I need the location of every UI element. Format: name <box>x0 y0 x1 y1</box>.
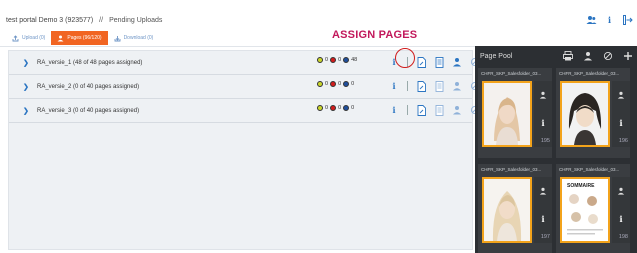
status-dot-blue <box>343 81 350 87</box>
users-icon[interactable] <box>586 14 597 25</box>
row-actions: i <box>389 104 480 116</box>
count-yellow: 0 <box>325 57 329 63</box>
count-red: 0 <box>338 57 342 63</box>
user-icon[interactable] <box>617 187 625 195</box>
user-assign-icon[interactable] <box>452 80 462 92</box>
pages-icon <box>57 35 64 41</box>
annotation-heading: ASSIGN PAGES <box>332 29 418 41</box>
page-card-name: CHFR_SKP_Salesfolder_03... <box>481 71 542 76</box>
count-yellow: 0 <box>325 105 329 111</box>
top-bar: test portal Demo 3 (923577) // Pending U… <box>0 10 637 30</box>
page-card[interactable]: CHFR_SKP_Salesfolder_03... i 196 <box>556 68 630 158</box>
user-icon[interactable] <box>539 91 547 99</box>
user-icon[interactable] <box>617 91 625 99</box>
info-icon[interactable]: i <box>619 118 622 128</box>
status-counts: 0 0 0 <box>317 105 354 111</box>
chevron-right-icon[interactable]: ❯ <box>23 59 31 67</box>
assign-pages-icon[interactable] <box>416 80 426 92</box>
user-assign-icon[interactable] <box>452 104 462 116</box>
status-dot-red <box>330 105 337 111</box>
chevron-right-icon[interactable]: ❯ <box>23 107 31 115</box>
page-pool-header: Page Pool <box>475 46 637 66</box>
status-dot-red <box>330 81 337 87</box>
assign-pages-icon[interactable] <box>416 104 426 116</box>
breadcrumb-section: Pending Uploads <box>109 16 163 24</box>
status-dot-blue <box>343 105 350 111</box>
pool-icons <box>563 51 633 63</box>
tab-upload[interactable]: Upload (0) <box>6 31 51 45</box>
user-assign-icon[interactable] <box>452 56 462 68</box>
info-icon[interactable]: i <box>541 118 544 128</box>
page-card-name: CHFR_SKP_Salesfolder_03... <box>559 71 620 76</box>
action-separator <box>407 105 408 115</box>
download-icon <box>114 35 121 41</box>
page-card[interactable]: CHFR_SKP_Salesfolder_03... i 195 <box>478 68 552 158</box>
tab-upload-label: Upload (0) <box>22 35 46 41</box>
versions-panel: ❯ RA_versie_1 (48 of 48 pages assigned) … <box>8 50 480 250</box>
info-icon[interactable]: i <box>604 14 615 25</box>
page-thumbnail[interactable] <box>560 81 610 147</box>
upload-icon <box>12 34 19 41</box>
page-number: 195 <box>540 138 550 144</box>
app-window: test portal Demo 3 (923577) // Pending U… <box>0 0 637 253</box>
print-icon[interactable] <box>563 51 573 63</box>
page-pool-title: Page Pool <box>480 52 513 60</box>
page-number: 197 <box>540 234 550 240</box>
page-card-name: CHFR_SKP_Salesfolder_03... <box>559 167 620 172</box>
page-card[interactable]: CHFR_SKP_Salesfolder_03... i 197 <box>478 164 552 253</box>
count-blue: 48 <box>351 57 358 63</box>
assign-pages-icon[interactable] <box>416 56 426 68</box>
status-dot-yellow <box>317 105 323 111</box>
page-number: 196 <box>618 138 628 144</box>
count-blue: 0 <box>351 105 355 111</box>
breadcrumb-separator: // <box>99 16 104 24</box>
version-label: RA_versie_2 (0 of 40 pages assigned) <box>37 83 140 90</box>
count-red: 0 <box>338 105 342 111</box>
tab-pages-label: Pages (96/120) <box>67 35 102 41</box>
document-icon[interactable] <box>434 80 444 92</box>
version-row[interactable]: ❯ RA_versie_2 (0 of 40 pages assigned) 0… <box>9 75 480 99</box>
tab-download-label: Download (0) <box>123 35 154 41</box>
highlight-circle <box>395 48 415 68</box>
row-actions: i <box>389 80 480 92</box>
count-red: 0 <box>338 81 342 87</box>
top-icons: i <box>586 14 633 25</box>
tab-download[interactable]: Download (0) <box>108 31 160 45</box>
status-dot-yellow <box>317 81 323 87</box>
page-number: 198 <box>618 234 628 240</box>
version-label: RA_versie_3 (0 of 40 pages assigned) <box>37 107 140 114</box>
document-icon[interactable] <box>434 104 444 116</box>
info-icon[interactable]: i <box>619 214 622 224</box>
action-separator <box>407 81 408 91</box>
info-icon[interactable]: i <box>541 214 544 224</box>
page-thumbnail[interactable]: SOMMAIRE <box>560 177 610 243</box>
chevron-right-icon[interactable]: ❯ <box>23 83 31 91</box>
status-counts: 0 0 0 <box>317 81 354 87</box>
status-dot-yellow <box>317 57 323 63</box>
cancel-icon[interactable] <box>603 51 613 63</box>
page-card[interactable]: CHFR_SKP_Salesfolder_03... SOMMAIRE i 19… <box>556 164 630 253</box>
document-icon[interactable] <box>434 56 444 68</box>
logout-icon[interactable] <box>622 14 633 25</box>
page-pool-panel: Page Pool CHFR_SKP_Salesfolder_03... i 1… <box>475 46 637 253</box>
count-blue: 0 <box>351 81 355 87</box>
divider <box>0 46 475 47</box>
status-dot-blue <box>343 57 350 63</box>
breadcrumb-portal[interactable]: test portal Demo 3 (923577) <box>6 17 93 24</box>
status-counts: 0 0 48 <box>317 57 357 63</box>
tab-pages[interactable]: Pages (96/120) <box>51 31 108 45</box>
page-thumbnail[interactable] <box>482 81 532 147</box>
version-label: RA_versie_1 (48 of 48 pages assigned) <box>37 59 143 66</box>
info-icon[interactable]: i <box>389 80 399 92</box>
pin-icon[interactable] <box>623 51 633 63</box>
status-dot-red <box>330 57 337 63</box>
info-icon[interactable]: i <box>389 104 399 116</box>
version-row[interactable]: ❯ RA_versie_3 (0 of 40 pages assigned) 0… <box>9 99 480 123</box>
user-icon[interactable] <box>539 187 547 195</box>
thumbnail-text: SOMMAIRE <box>567 183 595 189</box>
page-card-name: CHFR_SKP_Salesfolder_03... <box>481 167 542 172</box>
user-icon[interactable] <box>583 51 593 63</box>
page-thumbnail[interactable] <box>482 177 532 243</box>
count-yellow: 0 <box>325 81 329 87</box>
